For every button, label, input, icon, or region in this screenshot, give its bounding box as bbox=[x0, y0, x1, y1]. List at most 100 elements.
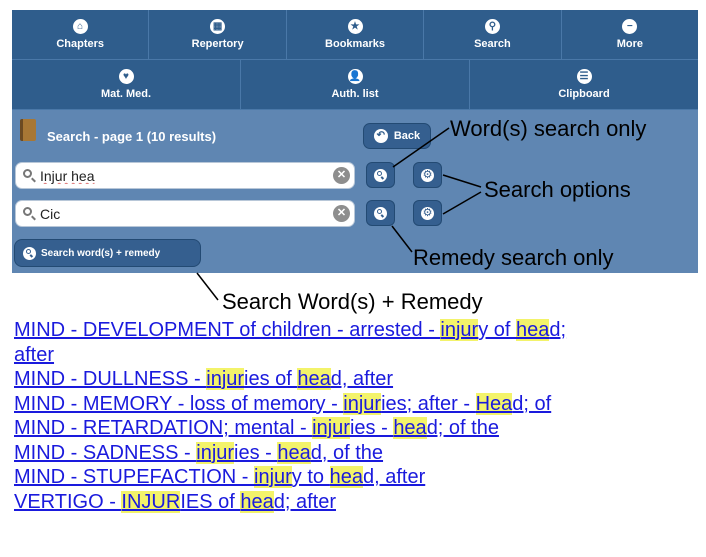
result-link[interactable]: MIND - STUPEFACTION - injury to head, af… bbox=[14, 465, 694, 490]
nav-repertory[interactable]: ▦ Repertory bbox=[149, 10, 287, 60]
highlighted-match: Hea bbox=[475, 392, 513, 415]
highlighted-match: hea bbox=[329, 466, 363, 488]
result-text: d; of bbox=[512, 392, 552, 415]
clear-icon[interactable]: ✕ bbox=[333, 205, 350, 222]
highlighted-match: injur bbox=[312, 417, 350, 439]
result-text: MIND - DULLNESS - bbox=[14, 368, 207, 390]
highlighted-match: hea bbox=[277, 441, 311, 464]
search-icon bbox=[23, 169, 32, 178]
gear-icon: ⚙ bbox=[421, 168, 434, 182]
highlighted-match: hea bbox=[393, 417, 427, 439]
result-text: MIND - DEVELOPMENT of children - arreste… bbox=[14, 319, 441, 341]
back-arrow-icon: ↶ bbox=[373, 129, 388, 143]
highlighted-match: injur bbox=[440, 319, 479, 341]
gear-icon: ⚙ bbox=[421, 206, 434, 220]
result-link[interactable]: MIND - DULLNESS - injuries of head, afte… bbox=[14, 367, 694, 392]
search-word-and-remedy-label: Search word(s) + remedy bbox=[41, 247, 161, 259]
word-search-field[interactable]: ✕ bbox=[15, 162, 355, 189]
result-text: VERTIGO - bbox=[14, 490, 122, 513]
list-icon: ☰ bbox=[576, 69, 592, 84]
nav-more[interactable]: − More bbox=[561, 10, 699, 60]
result-text: y of bbox=[478, 319, 516, 341]
nav-label: Bookmarks bbox=[325, 38, 385, 50]
nav-label: More bbox=[616, 38, 643, 50]
result-text: d; bbox=[549, 319, 567, 341]
result-text: d, of the bbox=[310, 441, 384, 464]
nav-label: Clipboard bbox=[558, 88, 610, 100]
remedy-search-options-button[interactable]: ⚙ bbox=[413, 200, 442, 226]
nav-auth-list[interactable]: 👤 Auth. list bbox=[241, 60, 470, 110]
result-text: MIND - MEMORY - loss of memory - bbox=[14, 392, 344, 415]
grid-icon: ▦ bbox=[210, 19, 226, 34]
result-text: ies of bbox=[244, 368, 298, 390]
nav-label: Auth. list bbox=[331, 88, 379, 100]
remedy-search-field[interactable]: ✕ bbox=[15, 200, 355, 227]
book-icon bbox=[20, 119, 36, 141]
highlighted-match: hea bbox=[240, 490, 274, 513]
result-text: d; after bbox=[273, 490, 336, 513]
nav-label: Search bbox=[474, 38, 511, 50]
nav-search[interactable]: ⚲ Search bbox=[424, 10, 562, 60]
highlighted-match: injur bbox=[206, 368, 245, 390]
magnifier-icon bbox=[23, 246, 36, 260]
back-button[interactable]: ↶ Back bbox=[363, 123, 431, 149]
highlighted-match: INJUR bbox=[121, 490, 181, 513]
nav-row-primary: ⌂ Chapters ▦ Repertory ★ Bookmarks ⚲ Search − Mor… bbox=[12, 10, 699, 60]
top-navigation: ⌂ Chapters ▦ Repertory ★ Bookmarks ⚲ Search − Mor… bbox=[12, 10, 699, 110]
person-icon: 👤 bbox=[347, 69, 363, 84]
search-icon: ⚲ bbox=[484, 19, 500, 34]
result-link[interactable]: after bbox=[14, 343, 694, 368]
highlighted-match: hea bbox=[516, 319, 550, 341]
nav-bookmarks[interactable]: ★ Bookmarks bbox=[286, 10, 425, 60]
nav-row-secondary: ♥ Mat. Med. 👤 Auth. list ☰ Clipboard bbox=[12, 60, 698, 110]
clear-icon[interactable]: ✕ bbox=[333, 167, 350, 184]
annotation-word-search-only: Word(s) search only bbox=[450, 116, 647, 141]
result-text: ies; after - bbox=[381, 392, 476, 415]
nav-chapters[interactable]: ⌂ Chapters bbox=[12, 10, 150, 60]
result-link[interactable]: VERTIGO - INJURIES of head; after bbox=[14, 490, 694, 515]
word-search-input[interactable] bbox=[40, 167, 320, 185]
search-icon bbox=[23, 207, 32, 216]
word-search-options-button[interactable]: ⚙ bbox=[413, 162, 442, 188]
result-text: after bbox=[14, 343, 55, 366]
result-text: IES of bbox=[180, 490, 241, 513]
minus-icon: − bbox=[622, 19, 638, 34]
annotation-search-options: Search options bbox=[484, 177, 631, 202]
annotation-search-word-remedy: Search Word(s) + Remedy bbox=[222, 289, 483, 314]
result-text: ies - bbox=[234, 441, 278, 464]
result-link[interactable]: MIND - RETARDATION; mental - injuries - … bbox=[14, 416, 694, 441]
word-search-button[interactable] bbox=[366, 162, 395, 188]
result-text: d; of the bbox=[426, 417, 499, 439]
nav-label: Repertory bbox=[191, 38, 244, 50]
search-results-list: MIND - DEVELOPMENT of children - arreste… bbox=[14, 318, 694, 514]
heart-icon: ♥ bbox=[118, 69, 134, 84]
result-link[interactable]: MIND - DEVELOPMENT of children - arreste… bbox=[14, 318, 694, 343]
nav-label: Mat. Med. bbox=[100, 88, 152, 100]
back-button-label: Back bbox=[393, 130, 421, 142]
magnifier-icon bbox=[374, 206, 387, 220]
star-icon: ★ bbox=[347, 19, 363, 34]
result-link[interactable]: MIND - MEMORY - loss of memory - injurie… bbox=[14, 392, 694, 417]
annotation-remedy-search-only: Remedy search only bbox=[413, 245, 614, 270]
nav-mat-med[interactable]: ♥ Mat. Med. bbox=[12, 60, 241, 110]
result-text: d, after bbox=[362, 466, 426, 488]
home-icon: ⌂ bbox=[72, 19, 88, 34]
result-text: MIND - RETARDATION; mental - bbox=[14, 417, 313, 439]
nav-clipboard[interactable]: ☰ Clipboard bbox=[470, 60, 698, 110]
nav-label: Chapters bbox=[56, 38, 105, 50]
page-title: Search - page 1 (10 results) bbox=[47, 129, 217, 144]
highlighted-match: injur bbox=[196, 441, 235, 464]
result-link[interactable]: MIND - SADNESS - injuries - head, of the bbox=[14, 441, 694, 466]
result-text: y to bbox=[291, 466, 330, 488]
magnifier-icon bbox=[374, 168, 387, 182]
result-text: MIND - STUPEFACTION - bbox=[14, 466, 254, 488]
search-word-and-remedy-button[interactable]: Search word(s) + remedy bbox=[14, 239, 201, 267]
result-text: d, after bbox=[330, 368, 394, 390]
remedy-search-input[interactable] bbox=[40, 205, 320, 223]
result-text: MIND - SADNESS - bbox=[14, 441, 197, 464]
highlighted-match: injur bbox=[254, 466, 292, 488]
highlighted-match: injur bbox=[343, 392, 382, 415]
highlighted-match: hea bbox=[297, 368, 331, 390]
remedy-search-button[interactable] bbox=[366, 200, 395, 226]
result-text: ies - bbox=[349, 417, 394, 439]
